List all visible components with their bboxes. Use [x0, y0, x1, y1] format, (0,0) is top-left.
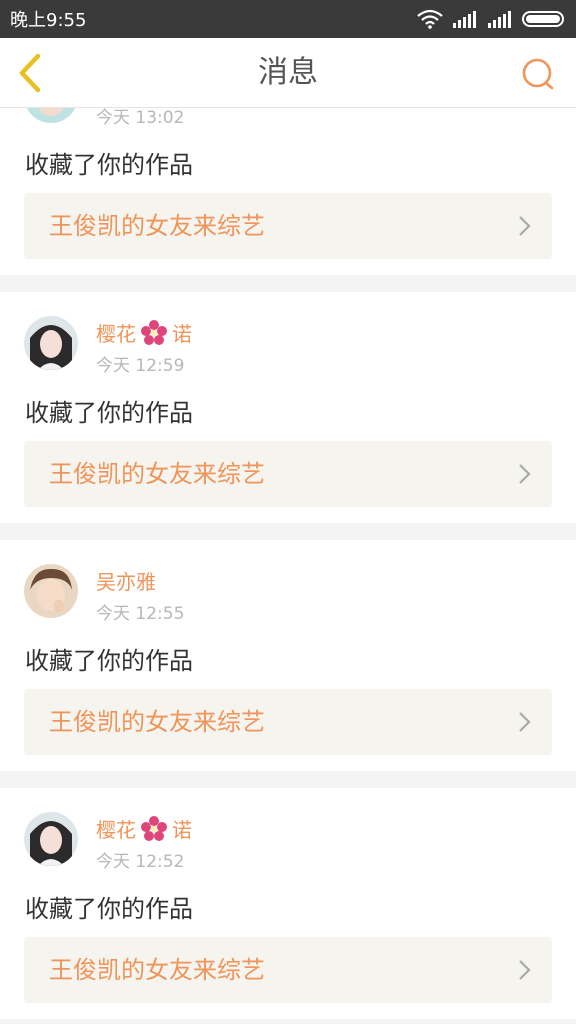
username-part: 樱花 — [96, 322, 136, 346]
username[interactable]: 樱花 诺 — [96, 318, 192, 347]
timestamp: 今天 12:59 — [96, 356, 185, 376]
cherry-blossom-icon — [141, 319, 167, 345]
chevron-right-icon — [519, 960, 531, 980]
chevron-right-icon — [519, 464, 531, 484]
work-link[interactable]: 王俊凯的女友来综艺 — [24, 689, 552, 755]
action-text: 收藏了你的作品 — [25, 647, 193, 675]
username-part: 诺 — [172, 818, 192, 842]
wifi-icon — [417, 9, 443, 29]
action-text: 收藏了你的作品 — [25, 895, 193, 923]
work-link[interactable]: 王俊凯的女友来综艺 — [24, 193, 552, 259]
work-title: 王俊凯的女友来综艺 — [49, 460, 265, 488]
signal-icon — [453, 11, 476, 28]
chevron-right-icon — [519, 712, 531, 732]
username-part: 樱花 — [96, 818, 136, 842]
work-title: 王俊凯的女友来综艺 — [49, 212, 265, 240]
message-feed: 今天 13:02 收藏了你的作品 王俊凯的女友来综艺 樱花 诺 今天 12:59… — [0, 0, 576, 1024]
timestamp: 今天 12:52 — [96, 852, 185, 872]
avatar[interactable] — [24, 812, 78, 866]
username[interactable]: 吴亦雅 — [96, 566, 156, 595]
work-link[interactable]: 王俊凯的女友来综艺 — [24, 441, 552, 507]
action-text: 收藏了你的作品 — [25, 151, 193, 179]
avatar[interactable] — [24, 316, 78, 370]
list-item: 樱花 诺 今天 12:52 收藏了你的作品 王俊凯的女友来综艺 — [0, 788, 576, 1019]
action-text: 收藏了你的作品 — [25, 399, 193, 427]
avatar[interactable] — [24, 564, 78, 618]
page-title: 消息 — [258, 55, 318, 90]
chevron-right-icon — [519, 216, 531, 236]
battery-icon — [522, 11, 564, 27]
nav-header: 消息 — [0, 38, 576, 108]
status-bar: 晚上9:55 — [0, 0, 576, 38]
username[interactable]: 樱花 诺 — [96, 814, 192, 843]
list-item: 吴亦雅 今天 12:55 收藏了你的作品 王俊凯的女友来综艺 — [0, 540, 576, 771]
cherry-blossom-icon — [141, 815, 167, 841]
signal-icon — [488, 11, 511, 28]
timestamp: 今天 12:55 — [96, 604, 185, 624]
list-item: 樱花 诺 今天 12:59 收藏了你的作品 王俊凯的女友来综艺 — [0, 292, 576, 523]
search-icon[interactable] — [520, 56, 556, 92]
work-title: 王俊凯的女友来综艺 — [49, 708, 265, 736]
status-time: 晚上9:55 — [10, 10, 87, 31]
work-link[interactable]: 王俊凯的女友来综艺 — [24, 937, 552, 1003]
work-title: 王俊凯的女友来综艺 — [49, 956, 265, 984]
username-part: 诺 — [172, 322, 192, 346]
